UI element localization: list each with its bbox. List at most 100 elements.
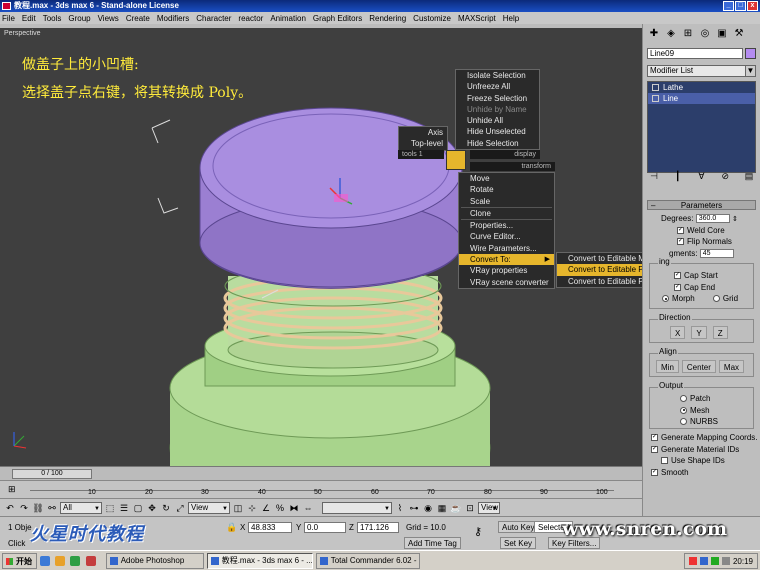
- parameters-rollout-header[interactable]: – Parameters: [647, 200, 756, 210]
- direction-y-button[interactable]: Y: [691, 326, 707, 339]
- smooth-checkbox[interactable]: ✓: [651, 468, 658, 476]
- use-shape-ids-checkbox[interactable]: [661, 457, 668, 465]
- menu-convert-to[interactable]: Convert To: ▶: [459, 254, 554, 266]
- degrees-spinner[interactable]: 360.0: [695, 214, 730, 224]
- menu-group[interactable]: Group: [68, 14, 90, 23]
- task-3dsmax[interactable]: 教程.max - 3ds max 6 - ...: [206, 552, 313, 569]
- snap-icon[interactable]: ⊹: [246, 502, 258, 514]
- menu-rotate[interactable]: Rotate: [459, 184, 554, 195]
- segments-spinner[interactable]: 45: [699, 248, 734, 258]
- region-select-icon[interactable]: ▢: [132, 502, 144, 514]
- gen-material-checkbox[interactable]: ✓: [651, 445, 658, 453]
- render-type-icon[interactable]: ⊡: [464, 502, 476, 514]
- desktop-icon[interactable]: [40, 555, 50, 566]
- pivot-icon[interactable]: ◫: [232, 502, 244, 514]
- y-coord-field[interactable]: 0.0: [304, 522, 346, 533]
- spinner-arrows-icon[interactable]: ⇕: [732, 216, 738, 223]
- z-coord-field[interactable]: 171.126: [357, 522, 399, 533]
- explorer-icon[interactable]: [55, 555, 66, 566]
- utilities-tab-icon[interactable]: ⚒: [732, 27, 746, 41]
- menu-file[interactable]: File: [2, 14, 15, 23]
- object-color-swatch[interactable]: [745, 48, 756, 59]
- clock[interactable]: 20:19: [733, 557, 753, 566]
- menu-character[interactable]: Character: [196, 14, 231, 23]
- window-title-bar[interactable]: 教程.max - 3ds max 6 - Stand-alone License…: [0, 0, 760, 12]
- move-icon[interactable]: ✥: [146, 502, 158, 514]
- lightbulb-icon[interactable]: [652, 84, 659, 91]
- select-by-name-icon[interactable]: ☰: [118, 502, 130, 514]
- hierarchy-tab-icon[interactable]: ⊞: [681, 27, 695, 41]
- task-total-commander[interactable]: Total Commander 6.02 - ...: [315, 552, 420, 569]
- selection-filter-dropdown[interactable]: All: [60, 501, 102, 514]
- menu-axis[interactable]: Axis: [399, 127, 447, 138]
- gen-mapping-checkbox[interactable]: ✓: [651, 434, 658, 442]
- menu-views[interactable]: Views: [98, 14, 119, 23]
- menu-unhide-by-name[interactable]: Unhide by Name: [456, 104, 539, 115]
- menu-help[interactable]: Help: [503, 14, 519, 23]
- x-coord-field[interactable]: 48.833: [248, 522, 292, 533]
- mesh-radio[interactable]: [680, 406, 687, 414]
- menu-create[interactable]: Create: [126, 14, 150, 23]
- reference-coord-dropdown[interactable]: View: [188, 501, 230, 514]
- task-photoshop[interactable]: Adobe Photoshop: [105, 552, 204, 569]
- viewport-label[interactable]: Perspective: [4, 30, 41, 37]
- tray-icon-2[interactable]: [699, 557, 708, 565]
- set-key-button[interactable]: Set Key: [500, 537, 537, 549]
- track-bar-icon[interactable]: ⊞: [8, 484, 16, 495]
- menu-rendering[interactable]: Rendering: [369, 14, 406, 23]
- align-max-button[interactable]: Max: [718, 360, 745, 373]
- menu-curve-editor[interactable]: Curve Editor...: [459, 231, 554, 242]
- flip-normals-checkbox[interactable]: ✓: [677, 238, 684, 246]
- select-icon[interactable]: ⬚: [104, 502, 116, 514]
- menu-modifiers[interactable]: Modifiers: [157, 14, 189, 23]
- align-center-button[interactable]: Center: [681, 360, 716, 373]
- menu-move[interactable]: Move: [459, 173, 554, 184]
- grid-radio[interactable]: [712, 295, 720, 303]
- menu-reactor[interactable]: reactor: [238, 14, 263, 23]
- tray-icon-3[interactable]: [710, 557, 719, 565]
- menu-customize[interactable]: Customize: [413, 14, 451, 23]
- add-time-tag-button[interactable]: Add Time Tag: [404, 537, 461, 549]
- schematic-icon[interactable]: ⊶: [408, 502, 420, 514]
- patch-radio[interactable]: [680, 395, 687, 403]
- align-min-button[interactable]: Min: [656, 360, 679, 373]
- menu-top-level[interactable]: Top-level: [399, 138, 447, 149]
- make-unique-icon[interactable]: ∀: [695, 170, 709, 182]
- menu-unhide-all[interactable]: Unhide All: [456, 115, 539, 126]
- create-tab-icon[interactable]: ✚: [647, 27, 661, 41]
- direction-x-button[interactable]: X: [670, 326, 686, 339]
- menu-scale[interactable]: Scale: [459, 196, 554, 207]
- link-icon[interactable]: ⛓: [32, 502, 44, 514]
- morph-radio[interactable]: [662, 295, 669, 303]
- menu-animation[interactable]: Animation: [270, 14, 306, 23]
- render-scene-icon[interactable]: ▦: [436, 502, 448, 514]
- menu-graph-editors[interactable]: Graph Editors: [313, 14, 362, 23]
- menu-isolate-selection[interactable]: Isolate Selection: [456, 70, 539, 81]
- menu-hide-selection[interactable]: Hide Selection: [456, 138, 539, 149]
- menu-maxscript[interactable]: MAXScript: [458, 14, 496, 23]
- media-icon[interactable]: [85, 555, 96, 566]
- modifier-list-dropdown[interactable]: Modifier List ▼: [647, 65, 756, 77]
- menu-tools[interactable]: Tools: [43, 14, 62, 23]
- material-editor-icon[interactable]: ◉: [422, 502, 434, 514]
- lock-selection-icon[interactable]: 🔒: [226, 522, 237, 533]
- expand-icon[interactable]: [652, 95, 659, 102]
- redo-icon[interactable]: ↷: [18, 502, 30, 514]
- display-tab-icon[interactable]: ▣: [715, 27, 729, 41]
- pin-stack-icon[interactable]: ⊣: [647, 170, 661, 182]
- quick-render-icon[interactable]: ☕: [450, 502, 462, 514]
- menu-wire-parameters[interactable]: Wire Parameters...: [459, 243, 554, 254]
- menu-properties[interactable]: Properties...: [459, 220, 554, 231]
- menu-unfreeze-all[interactable]: Unfreeze All: [456, 81, 539, 92]
- minimize-button[interactable]: _: [723, 1, 734, 11]
- mirror-icon[interactable]: ⧓: [288, 502, 300, 514]
- percent-snap-icon[interactable]: %: [274, 502, 286, 514]
- configure-sets-icon[interactable]: ▤: [742, 170, 756, 182]
- direction-z-button[interactable]: Z: [712, 326, 728, 339]
- menu-clone[interactable]: Clone: [459, 208, 554, 219]
- weld-core-checkbox[interactable]: ✓: [677, 226, 684, 234]
- maximize-button[interactable]: □: [735, 1, 746, 11]
- view-render-dropdown[interactable]: View: [478, 501, 500, 514]
- modify-tab-icon[interactable]: ◈: [664, 27, 678, 41]
- track-bar[interactable]: ⊞ 10 20 30 40 50 60 70 80 90 100: [0, 480, 642, 498]
